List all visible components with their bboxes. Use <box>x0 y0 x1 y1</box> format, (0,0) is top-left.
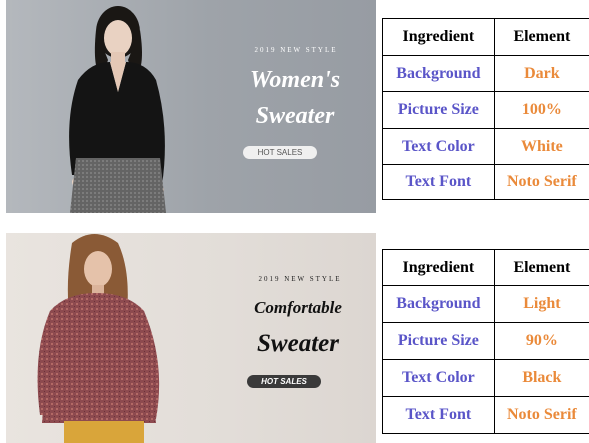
table-row: Text Font Noto Serif <box>382 396 589 434</box>
title-line-1: Comfortable <box>254 298 342 317</box>
ingredient-cell: Background <box>382 285 495 323</box>
element-cell: White <box>493 128 589 165</box>
ingredient-cell: Text Color <box>382 128 495 165</box>
ingredient-cell: Picture Size <box>382 91 495 129</box>
title-line-1: Women's <box>249 67 341 93</box>
ingredient-cell: Text Color <box>382 359 495 397</box>
table-row: Picture Size 100% <box>382 91 589 129</box>
table-row: Picture Size 90% <box>382 322 589 360</box>
table-header-row: Ingredient Element <box>382 249 589 286</box>
element-cell: Noto Serif <box>493 396 589 434</box>
table-row: Text Color White <box>382 128 589 165</box>
ingredient-table-2: Ingredient Element Background Light Pict… <box>382 249 589 434</box>
header-element: Element <box>493 249 589 286</box>
element-cell: 90% <box>493 322 589 360</box>
element-cell: Black <box>493 359 589 397</box>
ingredient-cell: Background <box>382 55 495 92</box>
ingredient-cell: Text Font <box>382 164 495 200</box>
hot-sales-badge: HOT SALES <box>243 146 317 159</box>
ingredient-table-1: Ingredient Element Background Dark Pictu… <box>382 18 589 200</box>
table-row: Background Dark <box>382 55 589 92</box>
title-line-2: Sweater <box>255 103 335 129</box>
table-row: Text Color Black <box>382 359 589 397</box>
model-photo-dark-sweater <box>69 6 166 213</box>
banner-womens-sweater: 2019 NEW STYLE Women's Sweater HOT SALES <box>6 0 376 213</box>
ingredient-cell: Text Font <box>382 396 495 434</box>
hot-sales-badge: HOT SALES <box>247 375 321 388</box>
title-line-2: Sweater <box>257 330 339 357</box>
element-cell: Light <box>493 285 589 323</box>
ingredient-cell: Picture Size <box>382 322 495 360</box>
element-cell: Noto Serif <box>493 164 589 200</box>
overline-text: 2019 NEW STYLE <box>258 275 342 283</box>
header-element: Element <box>493 18 589 56</box>
table-row: Background Light <box>382 285 589 323</box>
table-header-row: Ingredient Element <box>382 18 589 56</box>
element-cell: 100% <box>493 91 589 129</box>
overline-text: 2019 NEW STYLE <box>254 46 338 54</box>
header-ingredient: Ingredient <box>382 249 495 286</box>
header-ingredient: Ingredient <box>382 18 495 56</box>
banner-comfortable-sweater: 2019 NEW STYLE Comfortable Sweater HOT S… <box>6 233 376 443</box>
table-row: Text Font Noto Serif <box>382 164 589 200</box>
model-photo-red-sweater <box>37 234 160 443</box>
element-cell: Dark <box>493 55 589 92</box>
